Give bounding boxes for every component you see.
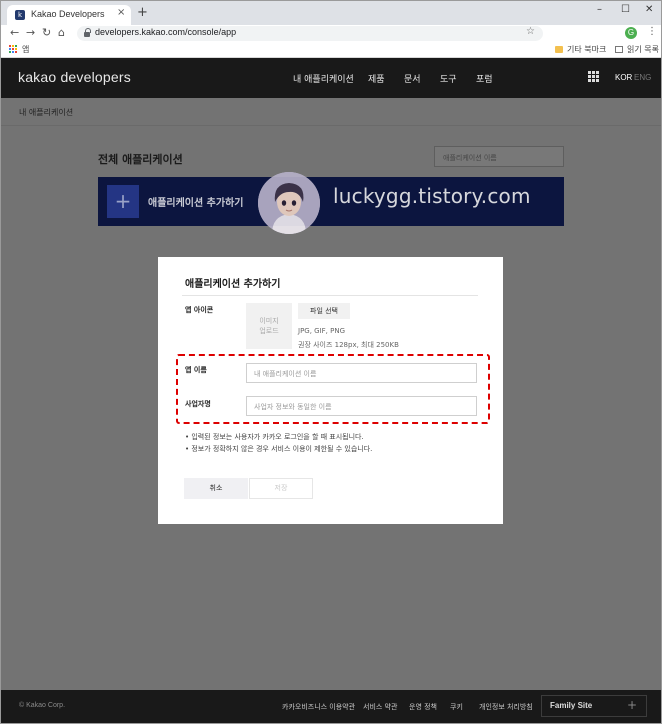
lang-eng[interactable]: ENG [634, 73, 651, 82]
service-grid-icon[interactable] [588, 71, 599, 82]
cancel-button[interactable]: 취소 [184, 478, 248, 499]
footer-link-business-terms[interactable]: 카카오비즈니스 이용약관 [282, 702, 355, 712]
bookmark-star-icon[interactable]: ☆ [526, 26, 535, 37]
avatar-illustration-icon [258, 172, 320, 234]
watermark-avatar [258, 172, 320, 234]
image-upload-box[interactable]: 이미지 업로드 [246, 303, 292, 349]
notice-line-1: • 입력된 정보는 사용자가 카카오 로그인을 할 때 표시됩니다. [185, 433, 364, 441]
add-application-label: 애플리케이션 추가하기 [148, 198, 244, 209]
family-site-select[interactable]: Family Site + [541, 695, 647, 717]
bookmarks-bar: 앱 기타 북마크 읽기 목록 [1, 42, 661, 58]
kakao-favicon-icon: k [15, 10, 25, 20]
breadcrumb-bar: 내 애플리케이션 [1, 98, 661, 126]
apps-grid-icon[interactable] [9, 45, 18, 54]
plus-icon: + [107, 185, 139, 218]
browser-tab[interactable]: k Kakao Developers × [7, 5, 131, 25]
forward-icon[interactable]: → [26, 26, 35, 39]
other-bookmarks[interactable]: 기타 북마크 [567, 44, 606, 55]
nav-tools[interactable]: 도구 [440, 72, 457, 85]
browser-tab-strip: k Kakao Developers × + – ☐ ✕ [1, 1, 661, 25]
browser-toolbar: ← → ↻ ⌂ developers.kakao.com/console/app… [1, 25, 661, 42]
nav-forum[interactable]: 포럼 [476, 72, 493, 85]
nav-products[interactable]: 제품 [368, 72, 385, 85]
site-footer: © Kakao Corp. 카카오비즈니스 이용약관 서비스 약관 운영 정책 … [1, 690, 661, 723]
reading-list[interactable]: 읽기 목록 [627, 44, 659, 55]
footer-link-policy[interactable]: 운영 정책 [409, 702, 437, 712]
new-tab-icon[interactable]: + [137, 5, 148, 20]
minimize-icon[interactable]: – [597, 4, 602, 15]
kakao-developers-logo[interactable]: kakao developers [18, 69, 131, 85]
site-header: kakao developers 내 애플리케이션 제품 문서 도구 포럼 KO… [1, 58, 661, 98]
notice-line-2: • 정보가 정확하지 않은 경우 서비스 이용이 제한될 수 있습니다. [185, 445, 373, 453]
home-icon[interactable]: ⌂ [58, 26, 65, 39]
page-title: 전체 애플리케이션 [98, 153, 183, 166]
footer-link-terms[interactable]: 서비스 약관 [363, 702, 397, 712]
plus-icon: + [626, 698, 637, 712]
browser-menu-icon[interactable]: ⋮ [647, 26, 657, 37]
lock-icon [84, 28, 91, 37]
image-format-hint: JPG, GIF, PNG [298, 327, 346, 335]
reading-list-icon [615, 46, 623, 53]
footer-link-privacy[interactable]: 개인정보 처리방침 [479, 702, 533, 712]
save-button[interactable]: 저장 [249, 478, 313, 499]
divider [182, 295, 478, 296]
nav-docs[interactable]: 문서 [404, 72, 421, 85]
app-icon-label: 앱 아이콘 [185, 306, 214, 314]
breadcrumb[interactable]: 내 애플리케이션 [19, 107, 73, 118]
image-upload-line2: 업로드 [259, 327, 279, 335]
url-text: developers.kakao.com/console/app [95, 27, 237, 37]
image-upload-line1: 이미지 [259, 317, 279, 325]
footer-link-cookie[interactable]: 쿠키 [450, 702, 463, 712]
folder-icon [555, 46, 563, 53]
maximize-icon[interactable]: ☐ [621, 4, 630, 15]
profile-avatar[interactable]: G [625, 27, 637, 39]
watermark-text: luckygg.tistory.com [333, 184, 531, 208]
lang-kor[interactable]: KOR [615, 73, 632, 82]
apps-bookmark-label[interactable]: 앱 [22, 44, 29, 55]
back-icon[interactable]: ← [10, 26, 19, 39]
tab-close-icon[interactable]: × [117, 7, 125, 18]
nav-my-apps[interactable]: 내 애플리케이션 [293, 72, 354, 85]
reload-icon[interactable]: ↻ [42, 26, 51, 39]
family-site-label: Family Site [550, 701, 593, 710]
copyright: © Kakao Corp. [19, 702, 66, 709]
app-search-input[interactable]: 애플리케이션 이름 [434, 146, 564, 167]
address-bar[interactable]: developers.kakao.com/console/app ☆ [77, 26, 543, 41]
file-select-button[interactable]: 파일 선택 [298, 303, 350, 319]
modal-title: 애플리케이션 추가하기 [185, 279, 281, 290]
window-close-icon[interactable]: ✕ [645, 4, 653, 15]
tab-title: Kakao Developers [31, 9, 105, 19]
image-size-hint: 권장 사이즈 128px, 최대 250KB [298, 341, 399, 349]
red-dashed-highlight [176, 354, 490, 424]
